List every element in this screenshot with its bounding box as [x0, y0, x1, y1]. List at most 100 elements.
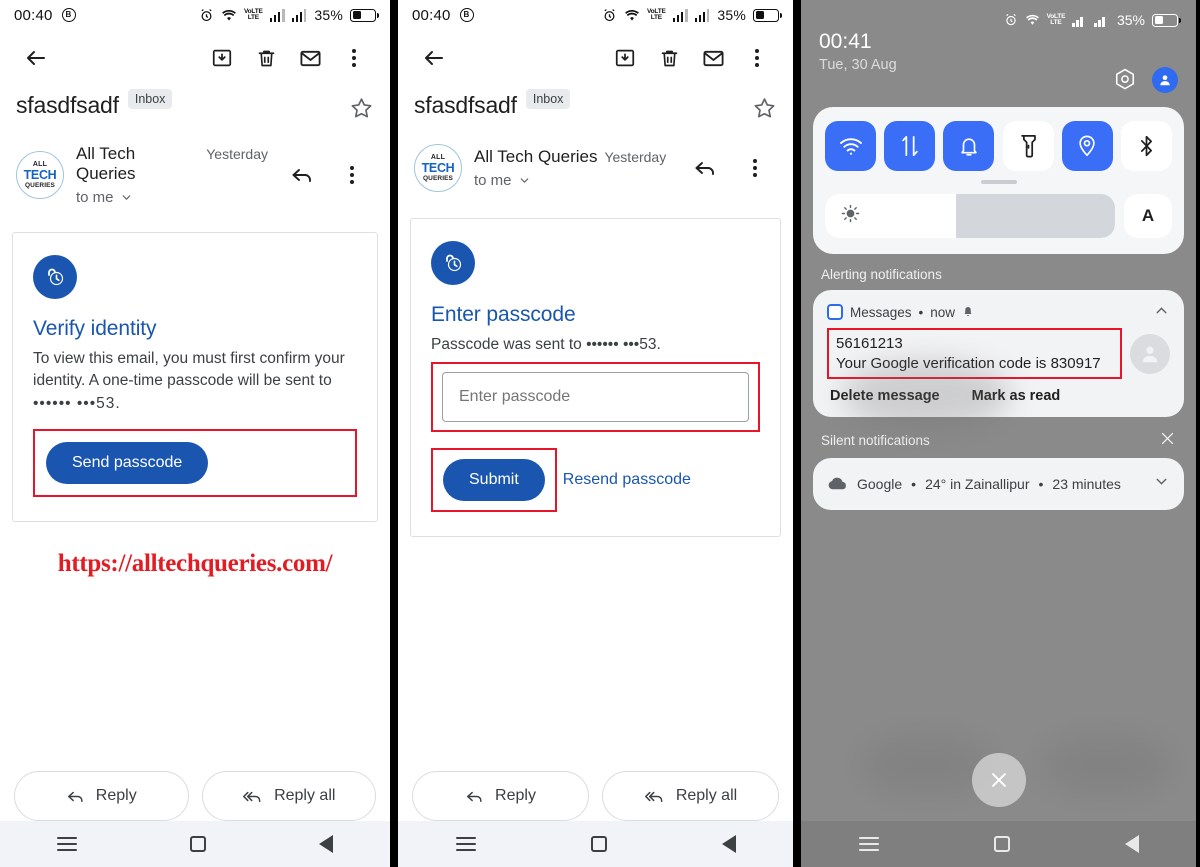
- clear-silent-icon[interactable]: [1159, 430, 1176, 450]
- user-avatar-button[interactable]: [1152, 67, 1178, 93]
- sender-avatar-logo: ALL TECH QUERIES: [414, 144, 462, 192]
- wifi-icon: [839, 137, 862, 155]
- bluetooth-tile[interactable]: [1120, 121, 1172, 171]
- back-button[interactable]: [721, 835, 736, 853]
- auto-brightness-button[interactable]: A: [1124, 194, 1172, 238]
- battery-icon: [753, 8, 783, 22]
- recipient-row[interactable]: to me: [474, 172, 666, 189]
- back-arrow-icon[interactable]: [14, 36, 58, 80]
- sender-name: All Tech Queries: [76, 144, 136, 183]
- sender-timestamp: Yesterday: [206, 146, 268, 162]
- mark-as-read-action[interactable]: Mark as read: [972, 388, 1061, 404]
- sender-row: ALL TECH QUERIES All Tech Queries Yester…: [0, 126, 390, 222]
- expand-chevron-icon[interactable]: [1153, 473, 1170, 495]
- star-icon[interactable]: [349, 92, 374, 126]
- resend-passcode-link[interactable]: Resend passcode: [563, 471, 691, 489]
- status-bar-time: 00:40: [412, 6, 451, 24]
- settings-hex-icon[interactable]: [1112, 67, 1138, 93]
- card-heading: Enter passcode: [431, 303, 576, 326]
- avatar-logo-line2: TECH: [421, 161, 455, 175]
- alarm-icon: [201, 8, 212, 21]
- notification-sender-number: 56161213: [836, 335, 903, 352]
- avatar-logo-line2: TECH: [23, 168, 57, 182]
- kebab-menu-icon[interactable]: [332, 36, 376, 80]
- label-chip-inbox[interactable]: Inbox: [127, 89, 173, 109]
- trash-icon[interactable]: [647, 36, 691, 80]
- data-transfer-icon: [901, 135, 918, 157]
- recipient-row[interactable]: to me: [76, 189, 268, 206]
- notification-actions: Delete message Mark as read: [827, 388, 1170, 404]
- reply-button[interactable]: Reply: [14, 771, 189, 821]
- wifi-icon: [625, 9, 639, 20]
- envelope-icon[interactable]: [288, 36, 332, 80]
- enter-passcode-card: Enter passcode Passcode was sent to ••••…: [410, 218, 781, 538]
- wifi-tile[interactable]: [825, 121, 876, 171]
- panel-divider: [390, 0, 398, 867]
- flashlight-icon: [1020, 134, 1036, 158]
- messages-app-icon: [827, 304, 843, 320]
- masked-phone-number: •••••• •••53.: [33, 394, 121, 412]
- recents-button[interactable]: [455, 836, 476, 852]
- quick-settings-panel: A: [813, 107, 1184, 254]
- back-button[interactable]: [319, 835, 334, 853]
- home-button[interactable]: [189, 836, 206, 852]
- battery-percent: 35%: [314, 7, 343, 23]
- weather-age: 23 minutes: [1052, 476, 1121, 492]
- notification-separator: •: [918, 304, 924, 320]
- label-chip-inbox[interactable]: Inbox: [525, 89, 571, 109]
- battery-icon: [1152, 13, 1182, 27]
- chevron-down-icon: [520, 178, 528, 183]
- reply-arrow-icon[interactable]: [683, 146, 727, 190]
- verify-identity-card: Verify identity To view this email, you …: [12, 232, 378, 523]
- trash-icon[interactable]: [244, 36, 288, 80]
- sender-name: All Tech Queries: [474, 147, 598, 166]
- small-bell-icon: [964, 307, 972, 316]
- weather-notification-card[interactable]: Google • 24° in Zainallipur • 23 minutes: [813, 458, 1184, 510]
- recents-button[interactable]: [858, 836, 879, 852]
- flashlight-tile[interactable]: [1002, 121, 1054, 171]
- ring-mode-tile[interactable]: [943, 121, 995, 171]
- android-nav-bar: [0, 821, 390, 867]
- passcode-input[interactable]: [442, 372, 749, 423]
- home-button[interactable]: [590, 836, 607, 852]
- b-badge-icon: B: [61, 8, 76, 22]
- reply-button[interactable]: Reply: [412, 771, 589, 821]
- submit-button[interactable]: Submit: [443, 459, 545, 502]
- chevron-down-icon: [122, 195, 130, 200]
- back-button[interactable]: [1124, 835, 1139, 853]
- signal-sim2-icon: [694, 8, 710, 22]
- mobile-data-tile[interactable]: [884, 121, 936, 171]
- recipient-label: to me: [474, 172, 512, 189]
- star-icon[interactable]: [752, 92, 777, 126]
- send-passcode-button[interactable]: Send passcode: [46, 442, 209, 485]
- phone-panel-notification-shade: VoLTE LTE 35% 00:41 Tue, 30 Aug A Alerti…: [801, 0, 1196, 867]
- message-notification-card[interactable]: Messages • now 56161213 Your Google veri…: [813, 290, 1184, 417]
- archive-icon[interactable]: [200, 36, 244, 80]
- subject-row: sfasdfsadf Inbox: [0, 86, 390, 126]
- clear-all-notifications-button[interactable]: [971, 753, 1026, 807]
- back-arrow-icon[interactable]: [412, 36, 456, 80]
- message-kebab-menu-icon[interactable]: [330, 153, 374, 197]
- archive-icon[interactable]: [603, 36, 647, 80]
- envelope-icon[interactable]: [691, 36, 735, 80]
- reply-all-button[interactable]: Reply all: [201, 771, 376, 821]
- brightness-slider[interactable]: [825, 194, 1115, 238]
- reply-arrow-icon[interactable]: [280, 153, 324, 197]
- location-tile[interactable]: [1061, 121, 1113, 171]
- email-subject: sfasdfsadf: [16, 92, 119, 118]
- bell-icon: [961, 137, 977, 156]
- delete-message-action[interactable]: Delete message: [830, 388, 940, 404]
- qs-drag-handle[interactable]: [980, 180, 1017, 184]
- recipient-label: to me: [76, 189, 114, 206]
- notification-header: Messages • now: [827, 302, 1170, 322]
- message-kebab-menu-icon[interactable]: [733, 146, 777, 190]
- three-panel-screenshot: 00:40 B VoLTE LTE 35% sfasdfsadf Inbox A…: [0, 0, 1200, 867]
- passcode-actions: Submit Resend passcode: [431, 448, 760, 513]
- reply-all-button[interactable]: Reply all: [602, 771, 779, 821]
- weather-temp-location: 24° in Zainallipur: [925, 476, 1030, 492]
- collapse-chevron-icon[interactable]: [1153, 302, 1170, 322]
- kebab-menu-icon[interactable]: [735, 36, 779, 80]
- reply-all-icon: [243, 791, 261, 802]
- recents-button[interactable]: [56, 836, 77, 852]
- home-button[interactable]: [993, 836, 1010, 852]
